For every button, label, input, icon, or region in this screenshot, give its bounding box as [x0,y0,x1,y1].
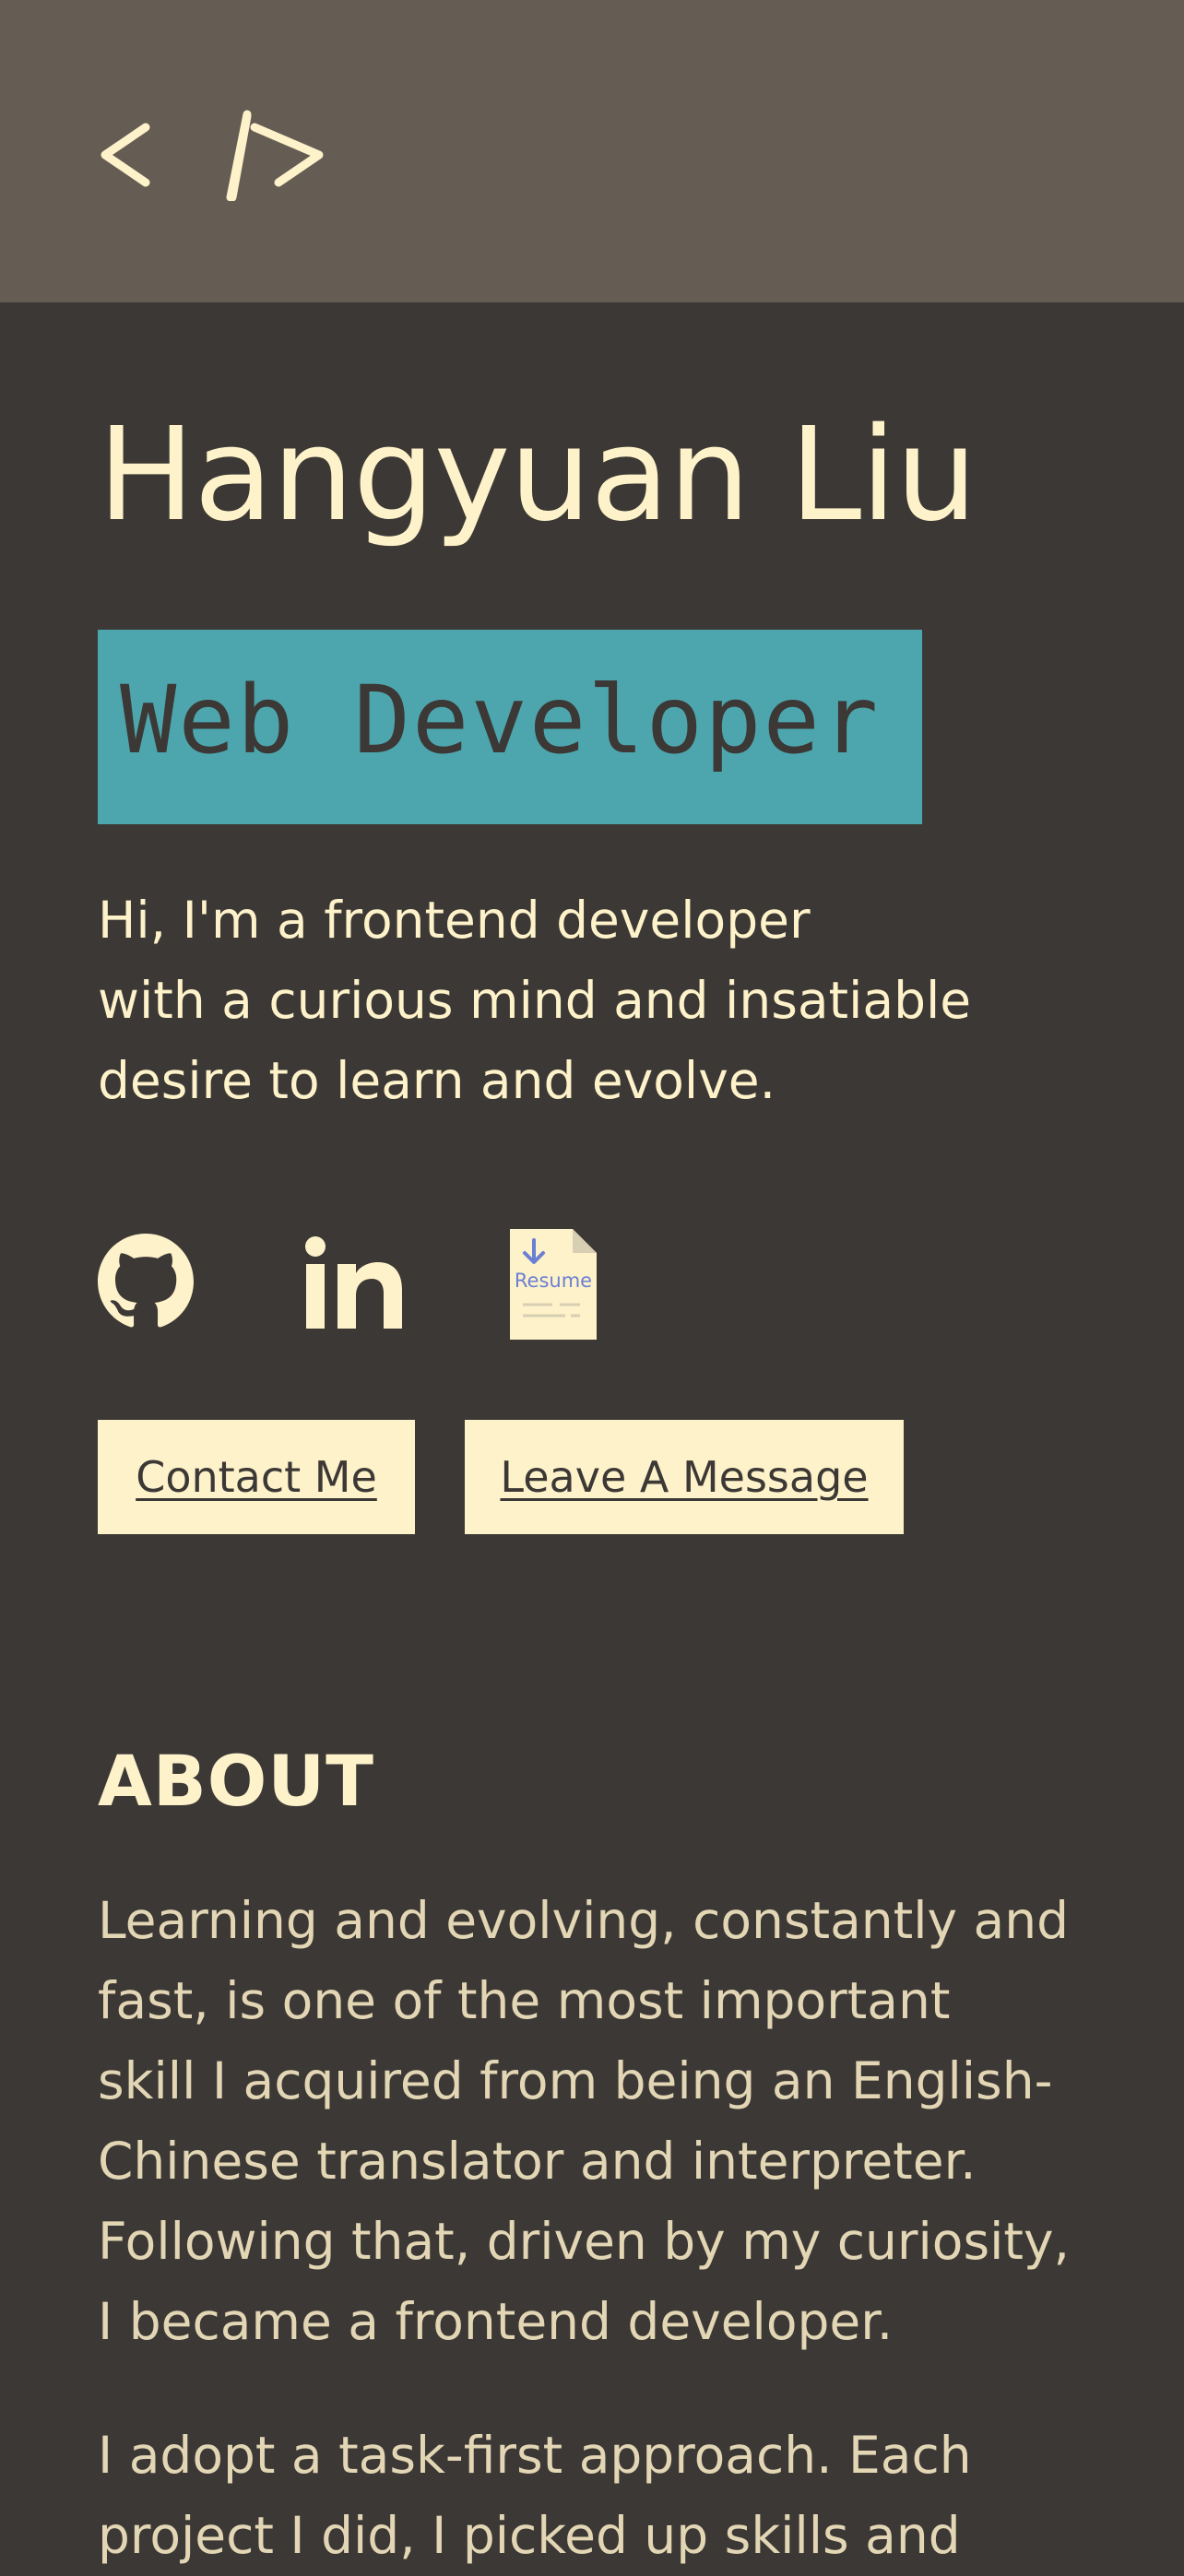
social-links: Resume [98,1201,651,1340]
about-heading: ABOUT [98,1740,374,1822]
intro-line: with a curious mind and insatiable [98,971,972,1030]
intro-line: Hi, I'm a frontend developer [98,891,811,950]
about-paragraph-2: I adopt a task-first approach. Each proj… [98,2416,1131,2576]
about-line: Learning and evolving, constantly and [98,1891,1069,1950]
code-brackets-icon[interactable] [98,109,328,201]
leave-message-button[interactable]: Leave A Message [465,1420,904,1534]
hero-role: Web Developer [120,666,881,775]
linkedin-icon[interactable] [302,1236,402,1332]
about-line: skill I acquired from being an English- [98,2051,1053,2110]
about-line: Chinese translator and interpreter. [98,2132,977,2191]
intro-line: desire to learn and evolve. [98,1051,776,1110]
about-line: Following that, driven by my curiosity, [98,2212,1070,2271]
site-header [0,0,1184,302]
hero-intro: Hi, I'm a frontend developer with a curi… [98,880,1112,1121]
github-icon[interactable] [98,1234,194,1333]
about-line: I became a frontend developer. [98,2292,894,2351]
hero-name: Hangyuan Liu [98,400,977,550]
resume-label: Resume [515,1270,592,1292]
resume-icon[interactable]: Resume [510,1229,597,1343]
about-line: project I did, I picked up skills and [98,2506,961,2565]
about-line: fast, is one of the most important [98,1971,951,2030]
about-line: I adopt a task-first approach. Each [98,2426,972,2485]
about-paragraph-1: Learning and evolving, constantly and fa… [98,1881,1131,2362]
contact-me-button[interactable]: Contact Me [98,1420,415,1534]
role-highlight: Web Developer [98,630,922,824]
